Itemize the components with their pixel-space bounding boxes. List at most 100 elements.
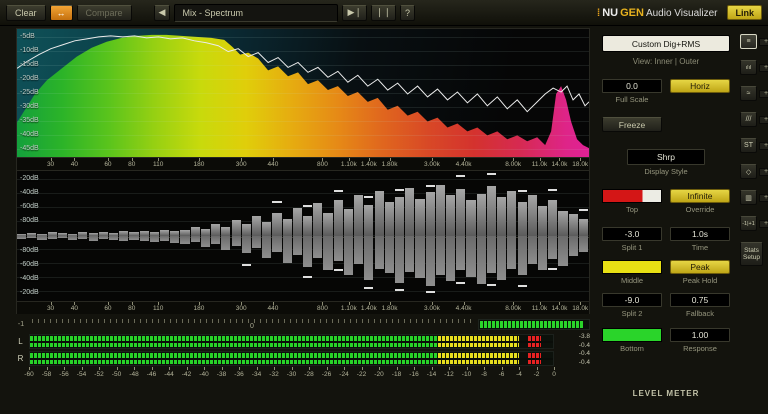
freq-label: 8.00k xyxy=(505,161,522,168)
peak-hold-tick xyxy=(548,268,558,270)
split-meter-bar xyxy=(211,236,221,244)
spectrum-plot xyxy=(17,34,589,157)
display-style-dropdown[interactable]: Shrp xyxy=(627,149,705,165)
split-meter-bar xyxy=(558,211,568,236)
peak-hold-tick xyxy=(517,285,527,287)
scale-label: -18 xyxy=(391,371,402,378)
add-view-mode-vectorscope-button[interactable]: + xyxy=(759,167,768,176)
freeze-button[interactable]: Freeze xyxy=(602,117,662,132)
add-view-mode-wave-button[interactable]: + xyxy=(759,89,768,98)
add-view-mode-hatch-button[interactable]: + xyxy=(759,115,768,124)
previous-preset-button[interactable]: ◀ xyxy=(153,4,171,21)
scale-tick xyxy=(64,367,65,370)
bottom-label: Bottom xyxy=(620,344,644,353)
split-meter-bar xyxy=(221,227,231,236)
clear-button[interactable]: Clear xyxy=(6,4,46,21)
scale-label: 0 xyxy=(552,371,556,378)
correlation-min-label: -1 xyxy=(17,321,25,328)
scale-label: -8 xyxy=(481,371,487,378)
view-mode-hatch-button[interactable]: /// xyxy=(740,112,757,127)
view-mode-bars-button[interactable]: ılıl xyxy=(740,60,757,75)
view-mode-offset-button[interactable]: -1|+1 xyxy=(740,216,757,231)
split-meter-bar xyxy=(190,227,200,236)
add-view-mode-offset-button[interactable]: + xyxy=(759,219,768,228)
view-mode-wave-button[interactable]: ≈ xyxy=(740,86,757,101)
response-label: Response xyxy=(683,344,717,353)
meter-zone-yellow xyxy=(437,336,519,347)
add-view-mode-bars-button[interactable]: + xyxy=(759,63,768,72)
scale-label: -28 xyxy=(304,371,314,378)
level-meter-scale: -60 -58 -56 -54 -52 -50 -48 -46 -44 -42 -40 -38 -36-… xyxy=(24,367,556,383)
scale-label: -2 xyxy=(533,371,540,378)
peak-hold-tick xyxy=(303,205,313,207)
split2-value-field[interactable]: -9.0 xyxy=(602,293,662,307)
stats-line2: Setup xyxy=(743,254,760,261)
help-button[interactable]: ? xyxy=(400,4,416,21)
freq-label: 4.40k xyxy=(455,305,472,312)
scale-tick xyxy=(309,367,310,370)
view-mode-stereo-button[interactable]: ST xyxy=(740,138,757,153)
scale-label: -34 xyxy=(251,371,262,378)
split-meter-bar xyxy=(446,236,456,281)
split-meter-bar xyxy=(251,216,262,236)
split-meter-bar xyxy=(364,236,374,280)
freq-label: 8.00k xyxy=(505,305,522,312)
scale-label: -30 xyxy=(286,371,297,378)
split-meter-bar xyxy=(292,208,302,236)
top-color-swatch[interactable] xyxy=(602,189,662,203)
view-mode-vectorscope-button[interactable]: ◇ xyxy=(740,164,757,179)
peak-hold-tick xyxy=(272,201,282,203)
peak-hold-button[interactable]: Peak xyxy=(670,260,730,274)
scale-label: -24 xyxy=(339,371,349,378)
bottom-color-swatch[interactable] xyxy=(602,328,662,342)
split-meter-bar xyxy=(282,236,292,263)
peak-hold-tick xyxy=(394,189,405,191)
meter-readouts: -0.4 -0.4 xyxy=(558,350,590,366)
override-infinite-button[interactable]: Infinite xyxy=(670,189,730,203)
full-scale-label: Full Scale xyxy=(615,95,649,104)
split1-value-field[interactable]: -3.0 xyxy=(602,227,662,241)
meter-readout-value: -0.4 xyxy=(578,350,590,357)
top-label: Top xyxy=(625,205,639,214)
split-meter-bar xyxy=(456,236,466,270)
scale-label: -44 xyxy=(164,371,174,378)
view-mode-spectrum-button[interactable]: ≡ xyxy=(740,34,757,49)
scale-tick xyxy=(361,367,363,370)
meter-preset-dropdown[interactable]: Custom Dig+RMS xyxy=(602,35,730,52)
split1-label: Split 1 xyxy=(621,243,643,252)
full-scale-value-field[interactable]: 0.0 xyxy=(602,79,662,93)
fallback-value-field[interactable]: 0.75 xyxy=(670,293,730,307)
link-button[interactable]: Link xyxy=(727,5,762,20)
stats-setup-button[interactable]: Stats Setup xyxy=(740,242,763,266)
scale-label: -56 xyxy=(59,371,69,378)
split-meter-bar xyxy=(231,220,241,236)
swap-ab-button[interactable]: ↔ xyxy=(49,4,73,21)
play-pause-button[interactable]: ▶❘ xyxy=(342,4,367,21)
add-view-mode-stereo-button[interactable]: + xyxy=(759,141,768,150)
scale-label: -10 xyxy=(461,371,472,378)
scale-label: -42 xyxy=(181,371,192,378)
horiz-toggle-button[interactable]: Horiz xyxy=(670,79,730,93)
freq-label: 440 xyxy=(267,305,279,312)
time-value-field[interactable]: 1.0s xyxy=(670,227,730,241)
view-preset-dropdown[interactable]: Mix - Spectrum xyxy=(174,3,339,22)
split-meter-bar xyxy=(527,195,537,236)
split-meter-bar xyxy=(578,219,588,236)
scale-label: -50 xyxy=(111,371,122,378)
add-view-mode-meter-button[interactable]: + xyxy=(759,193,768,202)
split-meter-bar xyxy=(108,236,119,240)
add-view-mode-spectrum-button[interactable]: + xyxy=(759,37,768,46)
compare-button[interactable]: Compare xyxy=(76,4,132,21)
freq-label: 80 xyxy=(128,161,136,168)
meter-zone-yellow xyxy=(437,353,519,364)
response-value-field[interactable]: 1.00 xyxy=(670,328,730,342)
pause-button[interactable]: ❘❘ xyxy=(370,4,397,21)
split-meter-bar xyxy=(139,236,149,241)
split-db-label: -20dB xyxy=(20,175,39,182)
split-meter-bar xyxy=(323,213,333,236)
freq-label: 60 xyxy=(104,305,112,312)
view-mode-meter-button[interactable]: ▥ xyxy=(740,190,757,205)
meter-readout-value: -0.4 xyxy=(578,341,590,349)
middle-color-swatch[interactable] xyxy=(602,260,662,274)
meter-readout-value: -3.8 xyxy=(578,333,590,340)
